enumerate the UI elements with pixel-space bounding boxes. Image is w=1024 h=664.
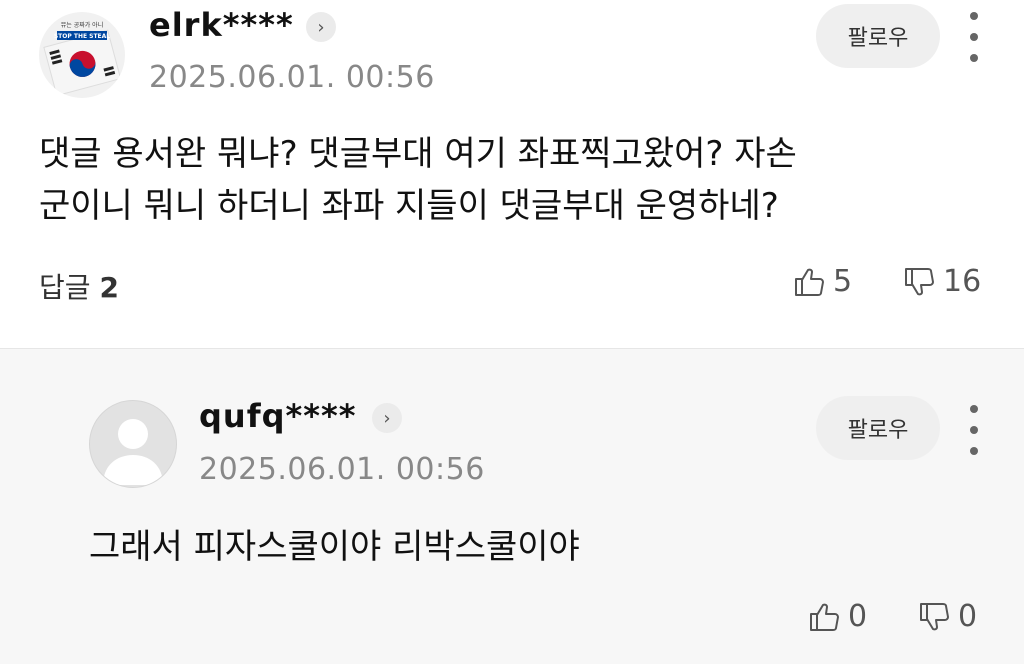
- more-vertical-icon: [970, 12, 978, 20]
- avatar[interactable]: 뮤는 공짜가 아니 STOP THE STEAL: [39, 12, 125, 98]
- reply-button[interactable]: 답글 2: [39, 266, 119, 306]
- reply-item: qufq**** › 2025.06.01. 00:56 팔로우 그래서 피자스…: [0, 349, 1024, 664]
- follow-button[interactable]: 팔로우: [816, 4, 940, 68]
- profile-chevron-button[interactable]: ›: [306, 12, 336, 42]
- avatar-banner: STOP THE STEAL: [54, 33, 110, 40]
- dislike-button[interactable]: 0: [918, 599, 977, 634]
- follow-button[interactable]: 팔로우: [816, 396, 940, 460]
- comment-text-line: 군이니 뭐니 하더니 좌파 지들이 댓글부대 운영하네?: [39, 186, 779, 226]
- username[interactable]: elrk****: [149, 6, 294, 44]
- default-avatar-icon: [103, 419, 163, 485]
- dislike-button[interactable]: 16: [903, 264, 981, 299]
- reply-count: 2: [99, 271, 119, 304]
- more-vertical-icon: [970, 405, 978, 413]
- dislike-count: 16: [943, 264, 982, 299]
- flag-avatar-image: 뮤는 공짜가 아니 STOP THE STEAL: [39, 12, 125, 98]
- avatar[interactable]: [89, 400, 177, 488]
- comment-text: 그래서 피자스쿨이야 리박스쿨이야: [89, 521, 580, 573]
- thumb-down-icon: [905, 267, 934, 295]
- profile-chevron-button[interactable]: ›: [372, 403, 402, 433]
- chevron-right-icon: ›: [383, 407, 391, 429]
- chevron-right-icon: ›: [317, 16, 325, 38]
- like-count: 0: [848, 599, 868, 634]
- like-button[interactable]: 5: [793, 264, 852, 299]
- dislike-count: 0: [958, 599, 978, 634]
- comment-item: 뮤는 공짜가 아니 STOP THE STEAL elrk**** › 2025…: [0, 0, 1024, 348]
- comment-timestamp: 2025.06.01. 00:56: [199, 452, 485, 487]
- reply-label: 답글: [39, 271, 91, 304]
- more-dot: [970, 426, 978, 434]
- more-options-button[interactable]: [964, 405, 984, 455]
- avatar-caption: 뮤는 공짜가 아니: [61, 21, 103, 29]
- like-count: 5: [833, 264, 853, 299]
- thumb-down-icon: [920, 602, 949, 630]
- thumb-up-icon: [795, 268, 824, 296]
- like-button[interactable]: 0: [808, 599, 867, 634]
- username[interactable]: qufq****: [199, 397, 356, 435]
- more-dot: [970, 54, 978, 62]
- thumb-up-icon: [810, 603, 839, 631]
- more-dot: [970, 447, 978, 455]
- comment-timestamp: 2025.06.01. 00:56: [149, 60, 435, 95]
- comment-text-line: 댓글 용서완 뭐냐? 댓글부대 여기 좌표찍고왔어? 자손: [39, 134, 797, 174]
- more-options-button[interactable]: [964, 12, 984, 62]
- comment-text: 댓글 용서완 뭐냐? 댓글부대 여기 좌표찍고왔어? 자손 군이니 뭐니 하더니…: [39, 128, 797, 232]
- more-dot: [970, 33, 978, 41]
- comment-text-line: 그래서 피자스쿨이야 리박스쿨이야: [89, 527, 580, 567]
